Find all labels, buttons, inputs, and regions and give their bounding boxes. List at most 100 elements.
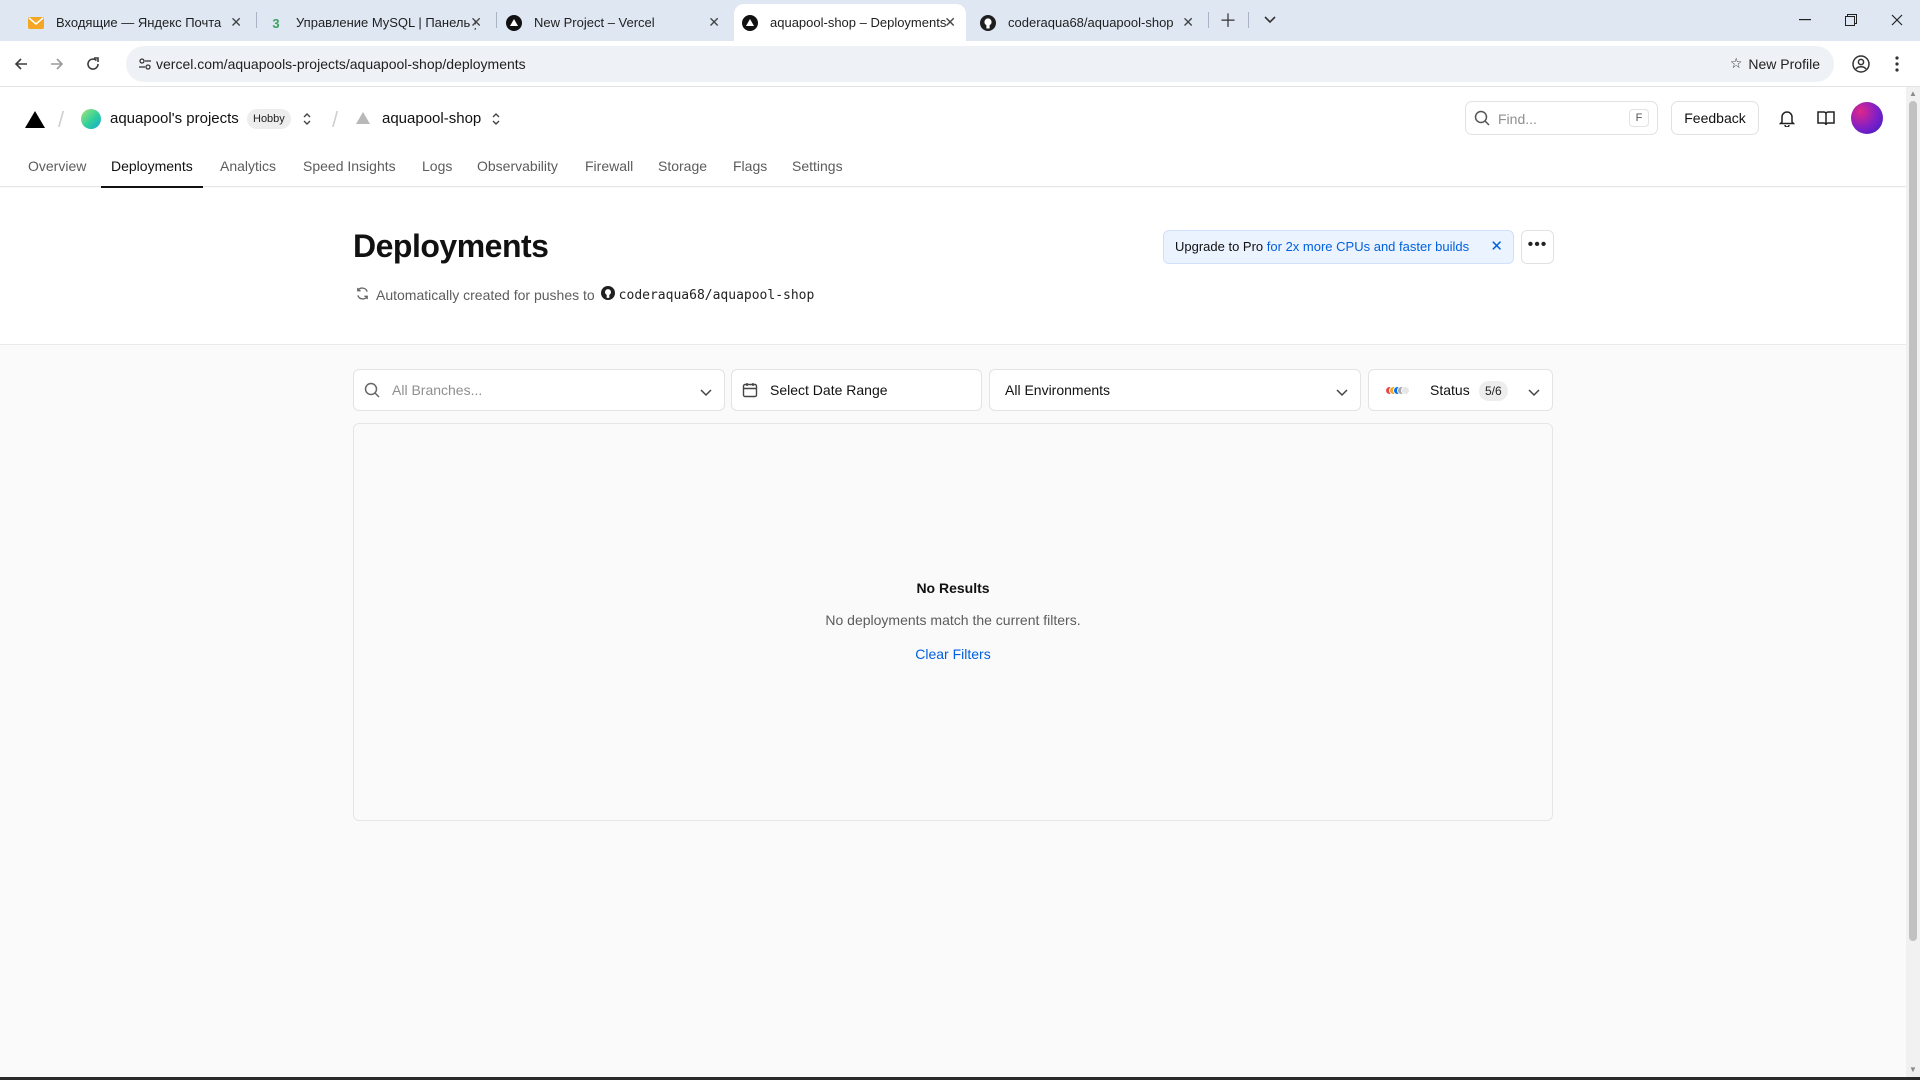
tab-separator [1248, 12, 1249, 28]
site-info-icon[interactable] [136, 55, 154, 73]
new-profile-button[interactable]: ☆ New Profile [1730, 55, 1820, 72]
vercel-logo-icon[interactable] [25, 111, 45, 128]
app-header: / aquapool's projects Hobby / aquapool-s… [0, 87, 1906, 188]
tab-settings[interactable]: Settings [792, 156, 843, 187]
back-button[interactable] [8, 51, 34, 77]
team-name[interactable]: aquapool's projects [110, 110, 239, 127]
ellipsis-icon: ••• [1527, 236, 1548, 253]
upgrade-link[interactable]: for 2x more CPUs and faster builds [1267, 239, 1469, 254]
find-search-input[interactable]: Find... F [1465, 101, 1658, 135]
refresh-icon [355, 286, 370, 304]
project-nav-tabs: Overview Deployments Analytics Speed Ins… [0, 156, 1906, 188]
docs-book-icon[interactable] [1814, 106, 1838, 130]
date-range-picker[interactable]: Select Date Range [731, 369, 982, 411]
close-tab-icon[interactable]: ✕ [1182, 14, 1194, 31]
tab-deployments[interactable]: Deployments [101, 156, 203, 188]
feedback-button[interactable]: Feedback [1671, 101, 1759, 135]
browser-tab-new-project[interactable]: New Project – Vercel ✕ [506, 4, 730, 41]
new-tab-button[interactable]: ＋ [1216, 8, 1240, 32]
chevron-down-icon [700, 384, 712, 400]
minimize-button[interactable] [1782, 0, 1828, 40]
date-range-label: Select Date Range [770, 382, 888, 398]
status-filter[interactable]: Status 5/6 [1368, 369, 1553, 411]
tab-overview[interactable]: Overview [28, 156, 86, 187]
tab-observability[interactable]: Observability [477, 156, 558, 187]
tab-storage[interactable]: Storage [658, 156, 707, 187]
profile-icon[interactable] [1848, 51, 1874, 77]
scroll-up-icon[interactable]: ▲ [1909, 89, 1917, 98]
upgrade-banner[interactable]: Upgrade to Pro for 2x more CPUs and fast… [1163, 230, 1514, 264]
team-avatar[interactable] [81, 109, 101, 129]
close-tab-icon[interactable]: ✕ [470, 14, 482, 31]
team-switcher-icon[interactable] [300, 109, 314, 129]
browser-menu-icon[interactable] [1884, 51, 1910, 77]
browser-tab-deployments[interactable]: aquapool-shop – Deployments ✕ [734, 4, 966, 41]
status-count-badge: 5/6 [1479, 381, 1508, 401]
scroll-thumb[interactable] [1909, 101, 1917, 941]
browser-tab-strip: Входящие — Яндекс Почта ✕ 3 Управление M… [0, 0, 1920, 41]
star-icon: ☆ [1729, 55, 1743, 71]
clear-filters-link[interactable]: Clear Filters [354, 646, 1552, 662]
browser-tab-github[interactable]: coderaqua68/aquapool-shop ✕ [980, 4, 1204, 41]
address-bar[interactable]: vercel.com/aquapools-projects/aquapool-s… [126, 46, 1834, 82]
browser-tab-yandex-mail[interactable]: Входящие — Яндекс Почта ✕ [28, 4, 252, 41]
subtitle-text: Automatically created for pushes to [376, 287, 595, 303]
restore-button[interactable] [1828, 0, 1874, 40]
user-avatar[interactable] [1851, 102, 1883, 134]
environment-select[interactable]: All Environments [989, 369, 1361, 411]
tab-speed-insights[interactable]: Speed Insights [303, 156, 396, 187]
tab-firewall[interactable]: Firewall [585, 156, 633, 187]
project-name[interactable]: aquapool-shop [382, 110, 481, 127]
page-title: Deployments [353, 228, 549, 264]
scroll-down-icon[interactable]: ▼ [1909, 1065, 1917, 1074]
mail-icon [28, 15, 44, 31]
deployments-list: No Results No deployments match the curr… [353, 423, 1553, 821]
calendar-icon [742, 382, 758, 401]
project-icon [356, 112, 370, 124]
browser-tab-label: New Project – Vercel [534, 15, 655, 30]
breadcrumb-separator: / [58, 107, 65, 132]
page-scrollbar[interactable]: ▲ ▼ [1906, 87, 1920, 1080]
branch-filter-input[interactable]: All Branches... [353, 369, 725, 411]
bell-icon[interactable] [1775, 106, 1799, 130]
status-label: Status [1430, 382, 1470, 398]
browser-tab-mysql[interactable]: 3 Управление MySQL | Панель у ✕ [268, 4, 492, 41]
tab-logs[interactable]: Logs [422, 156, 452, 187]
reload-button[interactable] [80, 51, 106, 77]
close-tab-icon[interactable]: ✕ [708, 14, 720, 31]
forward-button[interactable] [44, 51, 70, 77]
find-shortcut-key: F [1629, 109, 1649, 127]
browser-tab-label: aquapool-shop – Deployments [770, 15, 947, 30]
browser-tab-label: Управление MySQL | Панель у [296, 15, 476, 30]
close-tab-icon[interactable]: ✕ [944, 14, 956, 31]
chevron-down-icon [1336, 384, 1348, 400]
close-window-button[interactable] [1874, 0, 1920, 40]
tab-separator [256, 12, 257, 28]
tab-search-button[interactable] [1258, 8, 1282, 32]
environment-value: All Environments [1005, 382, 1111, 398]
url-text: vercel.com/aquapools-projects/aquapool-s… [156, 56, 526, 72]
close-icon[interactable]: ✕ [1490, 231, 1503, 263]
branch-filter-placeholder: All Branches... [392, 382, 483, 398]
new-profile-label: New Profile [1748, 55, 1820, 72]
browser-tab-label: coderaqua68/aquapool-shop [1008, 15, 1174, 30]
plan-badge: Hobby [247, 109, 291, 129]
beget-icon: 3 [272, 15, 280, 31]
tab-separator [1208, 12, 1209, 28]
more-options-button[interactable]: ••• [1521, 230, 1554, 264]
vercel-icon [506, 15, 522, 31]
empty-state-message: No deployments match the current filters… [825, 612, 1081, 628]
search-icon [364, 382, 380, 401]
page-header-section: Deployments Automatically created for pu… [0, 188, 1906, 345]
status-dots-icon [1385, 386, 1413, 396]
repo-link[interactable]: coderaqua68/aquapool-shop [600, 286, 815, 304]
browser-tab-label: Входящие — Яндекс Почта [56, 15, 222, 30]
browser-toolbar: vercel.com/aquapools-projects/aquapool-s… [0, 41, 1920, 87]
tab-flags[interactable]: Flags [733, 156, 767, 187]
chevron-down-icon [1528, 384, 1540, 400]
repo-name: coderaqua68/aquapool-shop [618, 287, 815, 303]
search-icon [1474, 110, 1490, 131]
close-tab-icon[interactable]: ✕ [230, 14, 242, 31]
project-switcher-icon[interactable] [489, 109, 503, 129]
tab-analytics[interactable]: Analytics [220, 156, 276, 187]
